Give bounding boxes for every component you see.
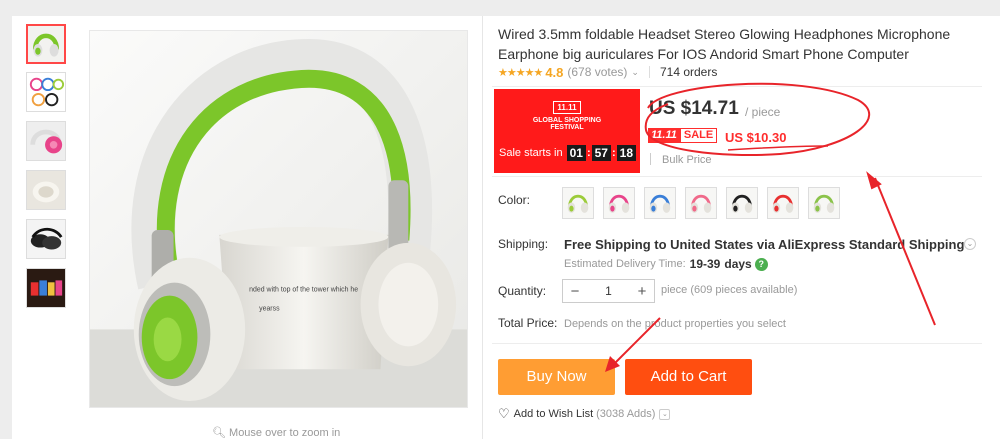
countdown-minutes: 57 (591, 145, 611, 161)
divider (492, 86, 982, 87)
bulk-price-divider (650, 153, 651, 165)
quantity-label: Quantity: (498, 284, 547, 298)
heart-icon[interactable]: ♡ (498, 406, 510, 422)
sale-promo-banner: 11.11 GLOBAL SHOPPING FESTIVAL Sale star… (494, 89, 640, 173)
color-swatch-list (562, 187, 840, 219)
product-main-image[interactable]: nded with top of the tower which he year… (89, 30, 468, 408)
color-label: Color: (498, 193, 531, 207)
chevron-down-icon[interactable]: ⌄ (659, 408, 671, 420)
thumbnail-multicolor[interactable] (26, 72, 66, 112)
chevron-down-icon[interactable]: ⌄ (964, 238, 976, 250)
thumbnail-green[interactable] (26, 24, 66, 64)
sale-tag-event: 11.11 (648, 128, 680, 143)
countdown-seconds: 18 (616, 145, 637, 161)
festival-logo-line1: GLOBAL SHOPPING (532, 117, 602, 124)
color-swatch-pink[interactable] (603, 187, 635, 219)
quantity-decrease-button[interactable]: − (563, 283, 587, 300)
buy-now-button[interactable]: Buy Now (498, 359, 615, 395)
delivery-days: 19-39 (689, 257, 721, 271)
add-to-cart-button[interactable]: Add to Cart (625, 359, 752, 395)
color-swatch-lime[interactable] (808, 187, 840, 219)
color-swatch-blue[interactable] (644, 187, 676, 219)
rating-row: ★★★★★ 4.8 (678 votes) ⌄ 714 orders (498, 64, 717, 80)
sale-countdown: Sale starts in 01 : 57 : 18 (499, 145, 637, 161)
quantity-availability: piece (609 pieces available) (661, 284, 798, 296)
magnifier-icon: 🔍︎ (212, 427, 226, 439)
shipping-label: Shipping: (498, 237, 549, 251)
price-unit: / piece (745, 105, 781, 119)
help-icon[interactable]: ? (754, 257, 768, 271)
color-swatch-rose[interactable] (685, 187, 717, 219)
thumbnail-pink[interactable] (26, 121, 66, 161)
countdown-colon: : (611, 147, 616, 159)
festival-logo-line2: FESTIVAL (550, 124, 584, 131)
sale-tag-label: SALE (679, 128, 718, 143)
product-page: nded with top of the tower which he year… (0, 0, 1000, 439)
countdown-label: Sale starts in (499, 147, 563, 159)
sale-tag: 11.11 SALE (648, 128, 718, 143)
cup-print-line-1: nded with top of the tower which he (249, 287, 358, 294)
product-title: Wired 3.5mm foldable Headset Stereo Glow… (498, 26, 951, 62)
order-count: 714 orders (659, 65, 718, 79)
festival-logo: 11.11 GLOBAL SHOPPING FESTIVAL (494, 97, 640, 131)
product-price: US $14.71 (649, 98, 739, 119)
rating-separator (648, 66, 650, 78)
add-to-wishlist[interactable]: ♡ Add to Wish List (3038 Adds) ⌄ (498, 406, 671, 422)
thumbnail-black[interactable] (26, 219, 66, 259)
rating-votes[interactable]: (678 votes) (567, 65, 627, 79)
cup-print-line-2: yearss (259, 306, 280, 313)
divider (492, 176, 982, 177)
rating-stars-icon: ★★★★★ (498, 66, 543, 79)
quantity-stepper: − 1 + (562, 279, 655, 303)
color-swatch-red[interactable] (767, 187, 799, 219)
wishlist-label[interactable]: Add to Wish List (514, 408, 593, 420)
bulk-price-link[interactable]: Bulk Price (662, 154, 712, 166)
divider (492, 343, 982, 344)
chevron-down-icon[interactable]: ⌄ (631, 67, 639, 78)
column-divider (482, 16, 483, 439)
quantity-increase-button[interactable]: + (630, 283, 654, 300)
rating-value: 4.8 (545, 64, 564, 80)
delivery-unit: days (724, 257, 752, 271)
thumbnail-box[interactable] (26, 268, 66, 308)
zoom-hint-text: Mouse over to zoom in (229, 427, 341, 439)
thumbnail-folded[interactable] (26, 170, 66, 210)
festival-logo-mark: 11.11 (553, 101, 581, 114)
total-price-label: Total Price: (498, 316, 558, 330)
delivery-estimate: Estimated Delivery Time: 19-39 days ? (564, 257, 768, 271)
countdown-colon: : (586, 147, 591, 159)
wishlist-count: (3038 Adds) (596, 408, 656, 420)
total-price-info: Depends on the product properties you se… (564, 318, 786, 330)
quantity-input[interactable]: 1 (587, 284, 630, 298)
sale-price: US $10.30 (725, 130, 787, 145)
color-swatch-green[interactable] (562, 187, 594, 219)
shipping-method[interactable]: Free Shipping to United States via AliEx… (564, 237, 964, 252)
delivery-label: Estimated Delivery Time: (564, 258, 686, 270)
countdown-hours: 01 (566, 145, 586, 161)
color-swatch-black[interactable] (726, 187, 758, 219)
zoom-hint: 🔍︎ Mouse over to zoom in (212, 426, 340, 439)
